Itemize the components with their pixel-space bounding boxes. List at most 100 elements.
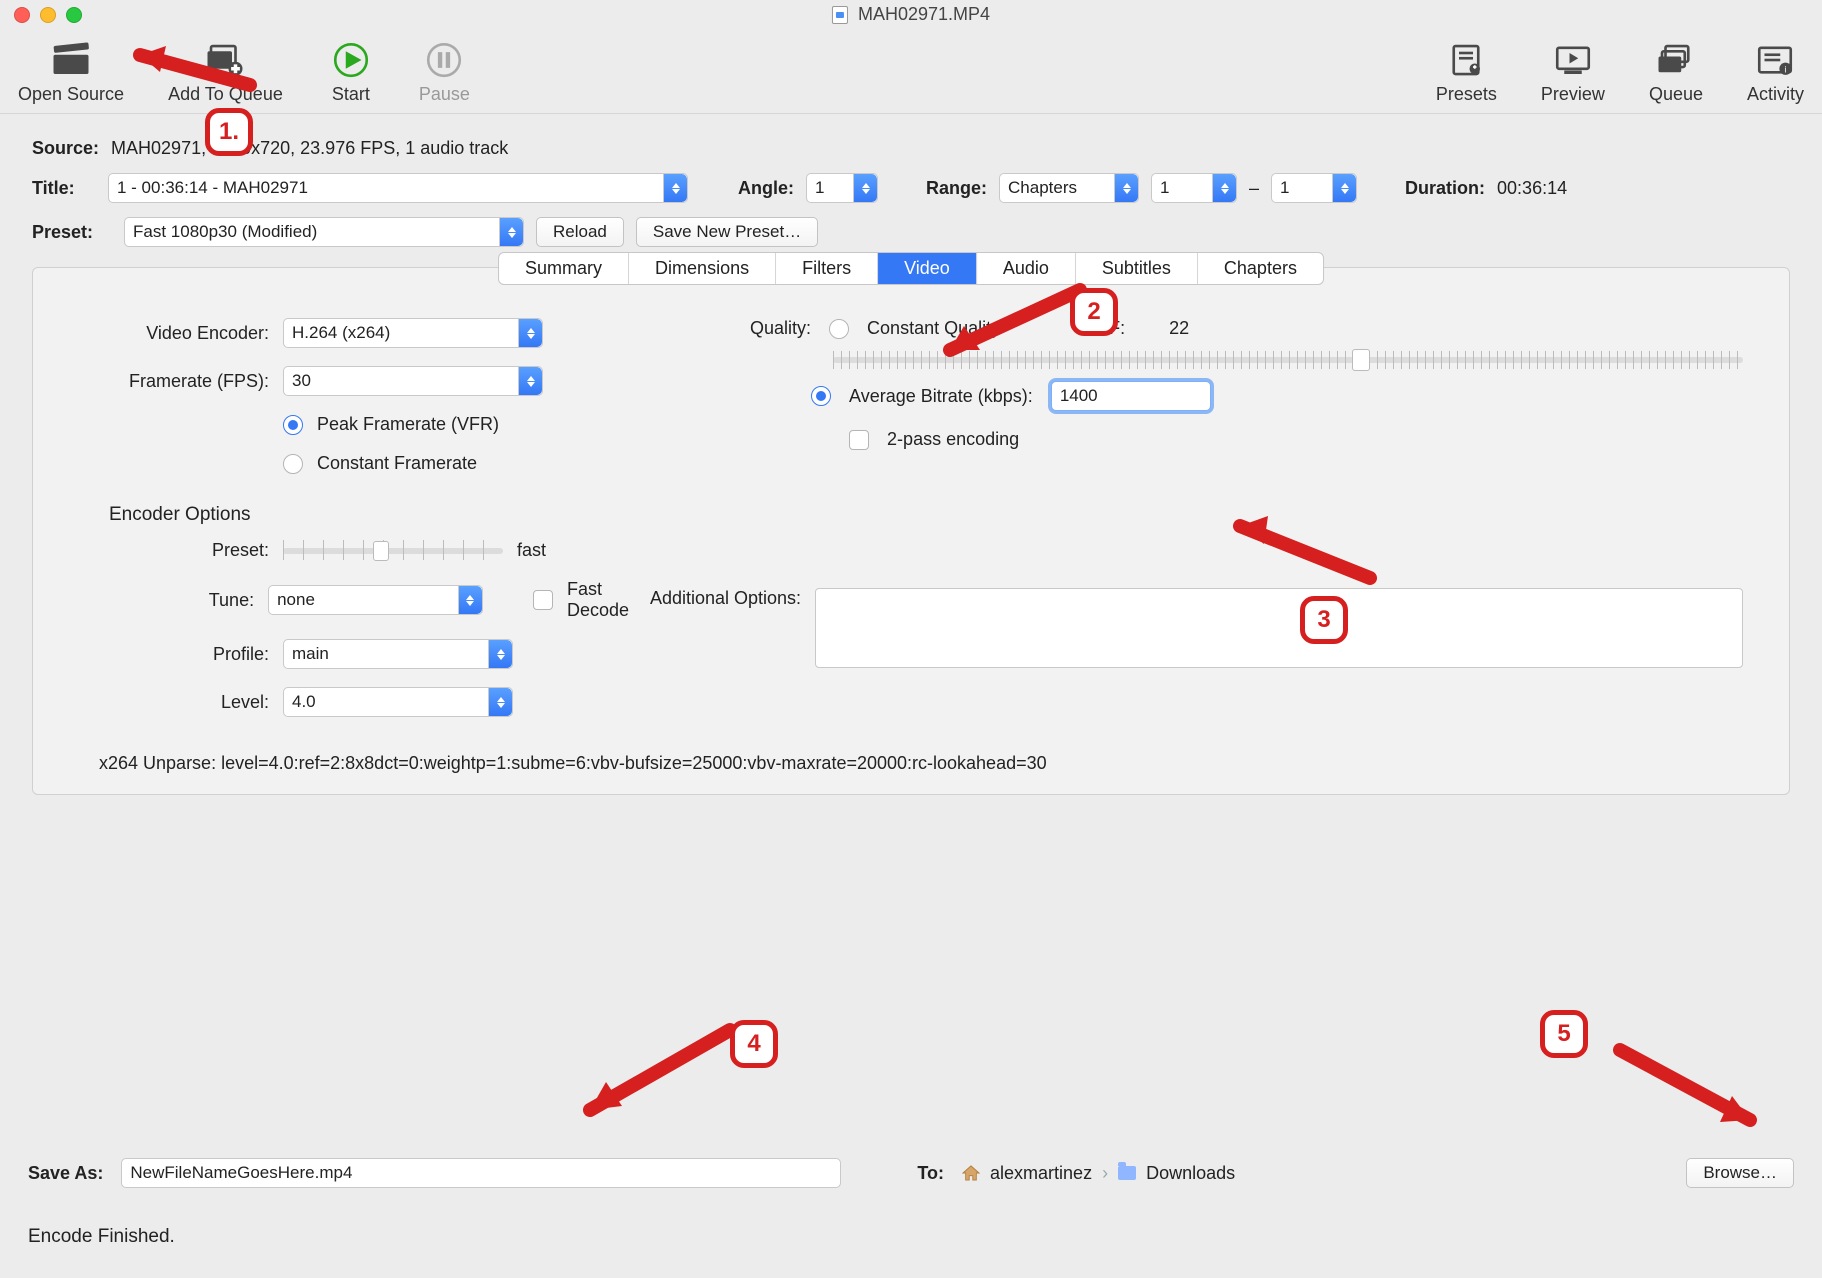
additional-options-textarea[interactable] — [815, 588, 1743, 668]
open-source-label: Open Source — [18, 84, 124, 105]
encopt-tune-select[interactable]: none — [268, 585, 483, 615]
save-new-preset-label: Save New Preset… — [653, 222, 801, 242]
activity-button[interactable]: i Activity — [1747, 40, 1804, 105]
constant-quality-radio[interactable] — [829, 319, 849, 339]
encopt-preset-value: fast — [517, 540, 546, 561]
clapperboard-icon — [47, 40, 95, 80]
svg-text:i: i — [1785, 64, 1787, 74]
angle-label: Angle: — [738, 178, 794, 199]
preview-button[interactable]: Preview — [1541, 40, 1605, 105]
window-controls — [14, 7, 82, 23]
window-title: MAH02971.MP4 — [858, 4, 990, 25]
chevron-updown-icon — [488, 640, 512, 668]
encopt-profile-select[interactable]: main — [283, 639, 513, 669]
chevron-updown-icon — [488, 688, 512, 716]
to-label: To: — [917, 1163, 944, 1184]
peak-vfr-radio[interactable] — [283, 415, 303, 435]
start-label: Start — [332, 84, 370, 105]
encopt-tune-label: Tune: — [79, 590, 254, 611]
chevron-updown-icon — [663, 174, 687, 202]
encopt-level-label: Level: — [79, 692, 269, 713]
queue-button[interactable]: Queue — [1649, 40, 1703, 105]
video-encoder-select[interactable]: H.264 (x264) — [283, 318, 543, 348]
title-select[interactable]: 1 - 00:36:14 - MAH02971 — [108, 173, 688, 203]
browse-button[interactable]: Browse… — [1686, 1158, 1794, 1188]
avg-bitrate-label: Average Bitrate (kbps): — [849, 386, 1033, 407]
tab-subtitles[interactable]: Subtitles — [1076, 253, 1198, 284]
duration-label: Duration: — [1405, 178, 1485, 199]
range-mode-value: Chapters — [1008, 178, 1077, 198]
activity-icon: i — [1751, 40, 1799, 80]
open-source-button[interactable]: Open Source — [18, 40, 124, 105]
encopt-preset-label: Preset: — [79, 540, 269, 561]
source-label: Source: — [32, 138, 99, 159]
peak-vfr-label: Peak Framerate (VFR) — [317, 414, 499, 435]
encopt-preset-slider[interactable] — [283, 548, 503, 554]
avg-bitrate-value: 1400 — [1060, 386, 1098, 406]
two-pass-label: 2-pass encoding — [887, 429, 1019, 450]
pause-icon — [420, 40, 468, 80]
home-icon — [962, 1165, 980, 1181]
presets-button[interactable]: Presets — [1436, 40, 1497, 105]
chevron-updown-icon — [1114, 174, 1138, 202]
browse-label: Browse… — [1703, 1163, 1777, 1183]
framerate-select[interactable]: 30 — [283, 366, 543, 396]
fast-decode-check[interactable] — [533, 590, 553, 610]
constant-framerate-label: Constant Framerate — [317, 453, 477, 474]
range-to-select[interactable]: 1 — [1271, 173, 1357, 203]
encopt-tune-value: none — [277, 590, 315, 610]
avg-bitrate-input[interactable]: 1400 — [1051, 381, 1211, 411]
reload-button[interactable]: Reload — [536, 217, 624, 247]
minimize-window-button[interactable] — [40, 7, 56, 23]
close-window-button[interactable] — [14, 7, 30, 23]
x264-unparse: x264 Unparse: level=4.0:ref=2:8x8dct=0:w… — [99, 753, 1743, 774]
save-new-preset-button[interactable]: Save New Preset… — [636, 217, 818, 247]
encoder-options-header: Encoder Options — [109, 504, 661, 526]
save-as-input[interactable]: NewFileNameGoesHere.mp4 — [121, 1158, 841, 1188]
preset-label: Preset: — [32, 222, 112, 243]
tab-bar: Summary Dimensions Filters Video Audio S… — [498, 252, 1324, 285]
tab-filters[interactable]: Filters — [776, 253, 878, 284]
annotation-badge-4: 4 — [730, 1020, 778, 1068]
save-as-value: NewFileNameGoesHere.mp4 — [130, 1163, 352, 1183]
quality-label: Quality: — [741, 318, 811, 339]
start-button[interactable]: Start — [327, 40, 375, 105]
annotation-arrow-2 — [930, 280, 1090, 365]
video-encoder-value: H.264 (x264) — [292, 323, 390, 343]
presets-icon — [1442, 40, 1490, 80]
destination-breadcrumb[interactable]: alexmartinez › Downloads — [962, 1163, 1235, 1184]
two-pass-check[interactable] — [849, 430, 869, 450]
tab-dimensions[interactable]: Dimensions — [629, 253, 776, 284]
encopt-level-value: 4.0 — [292, 692, 316, 712]
angle-select[interactable]: 1 — [806, 173, 878, 203]
annotation-arrow-4 — [570, 1020, 740, 1125]
constant-framerate-radio[interactable] — [283, 454, 303, 474]
range-from-value: 1 — [1160, 178, 1169, 198]
encopt-level-select[interactable]: 4.0 — [283, 687, 513, 717]
annotation-arrow-1 — [110, 40, 260, 105]
additional-options-label: Additional Options: — [621, 588, 801, 609]
preset-select[interactable]: Fast 1080p30 (Modified) — [124, 217, 524, 247]
zoom-window-button[interactable] — [66, 7, 82, 23]
activity-label: Activity — [1747, 84, 1804, 105]
pause-button: Pause — [419, 40, 470, 105]
tab-panel: Summary Dimensions Filters Video Audio S… — [32, 267, 1790, 795]
range-label: Range: — [926, 178, 987, 199]
chevron-right-icon: › — [1102, 1163, 1108, 1184]
angle-value: 1 — [815, 178, 824, 198]
chevron-updown-icon — [1332, 174, 1356, 202]
annotation-badge-5: 5 — [1540, 1010, 1588, 1058]
avg-bitrate-radio[interactable] — [811, 386, 831, 406]
breadcrumb-folder: Downloads — [1146, 1163, 1235, 1184]
breadcrumb-user: alexmartinez — [990, 1163, 1092, 1184]
range-mode-select[interactable]: Chapters — [999, 173, 1139, 203]
tab-chapters[interactable]: Chapters — [1198, 253, 1323, 284]
range-from-select[interactable]: 1 — [1151, 173, 1237, 203]
title-label: Title: — [32, 178, 96, 199]
tab-summary[interactable]: Summary — [499, 253, 629, 284]
save-row: Save As: NewFileNameGoesHere.mp4 To: ale… — [28, 1158, 1794, 1188]
duration-value: 00:36:14 — [1497, 178, 1567, 199]
main: Source: MAH02971, 1280x720, 23.976 FPS, … — [0, 114, 1822, 795]
framerate-label: Framerate (FPS): — [79, 371, 269, 392]
chevron-updown-icon — [518, 319, 542, 347]
